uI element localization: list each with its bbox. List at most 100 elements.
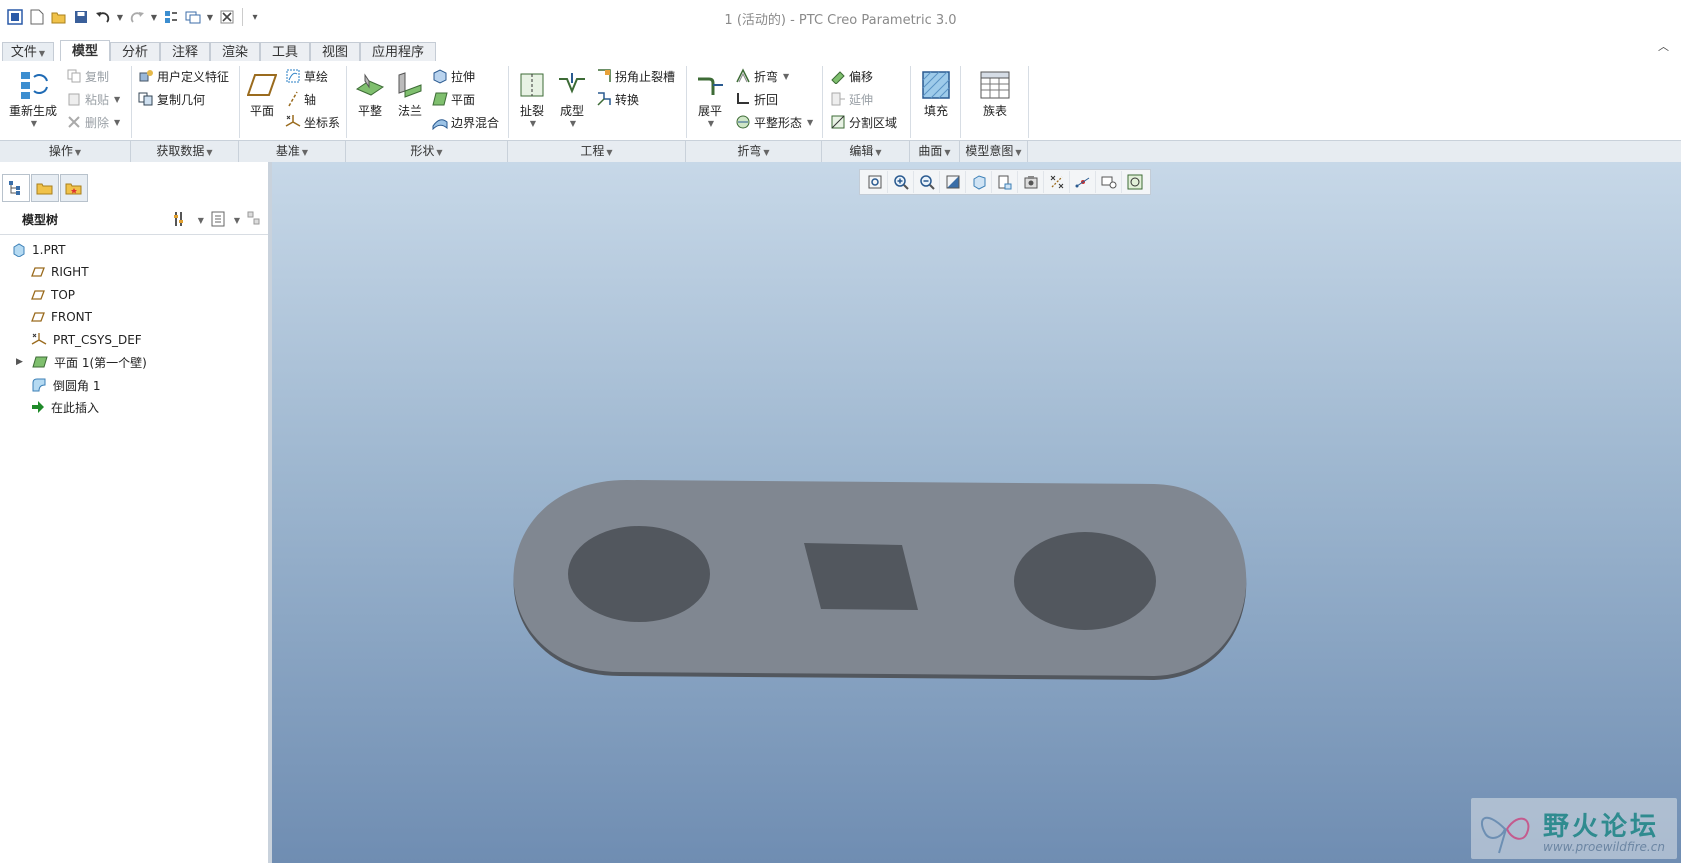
insert-here-icon bbox=[32, 401, 44, 413]
extrude-icon bbox=[432, 68, 448, 84]
collapse-ribbon-icon[interactable]: ︿ bbox=[1658, 38, 1669, 54]
regenerate-label: 重新生成 bbox=[8, 104, 57, 118]
tab-tools[interactable]: 工具 bbox=[260, 42, 310, 61]
fill-icon bbox=[919, 68, 953, 102]
flat-wall-icon bbox=[353, 68, 387, 102]
tree-settings-dropdown-icon[interactable]: ▼ bbox=[198, 216, 204, 225]
group-operations[interactable]: 操作 ▼ bbox=[0, 141, 131, 162]
datum-plane-button[interactable]: 平面 bbox=[244, 68, 280, 119]
ribbon-panel: 重新生成 ▼ 复制 粘贴 ▼ 删除 ▼ 用户定义特征 复制几何 平面 草绘 轴 坐标… bbox=[0, 62, 1681, 140]
bend-back-icon bbox=[735, 91, 751, 107]
sheet-metal-part[interactable] bbox=[272, 162, 1681, 863]
regenerate-dropdown-icon[interactable]: ▼ bbox=[10, 119, 58, 128]
round-icon bbox=[32, 378, 46, 392]
tab-view[interactable]: 视图 bbox=[310, 42, 360, 61]
unbend-icon bbox=[693, 68, 727, 102]
tree-item-front[interactable]: FRONT bbox=[31, 307, 92, 327]
form-icon bbox=[555, 68, 589, 102]
planar-button[interactable]: 平面 bbox=[432, 89, 475, 109]
group-editing[interactable]: 编辑 ▼ bbox=[822, 141, 910, 162]
fill-button[interactable]: 填充 bbox=[918, 68, 954, 119]
group-bends[interactable]: 折弯 ▼ bbox=[686, 141, 822, 162]
csys-icon bbox=[31, 333, 47, 345]
boundary-blend-button[interactable]: 边界混合 bbox=[432, 112, 499, 132]
tab-analysis[interactable]: 分析 bbox=[110, 42, 160, 61]
axis-button[interactable]: 轴 bbox=[285, 89, 316, 109]
split-area-button[interactable]: 分割区域 bbox=[830, 112, 897, 132]
flat-state-button[interactable]: 平整形态 ▼ bbox=[735, 112, 813, 132]
flat-wall-button[interactable]: 平整 bbox=[352, 68, 388, 119]
tree-item-part[interactable]: 1.PRT bbox=[12, 240, 65, 260]
rip-button[interactable]: 扯裂 ▼ bbox=[514, 68, 550, 128]
tree-item-insert-here[interactable]: 在此插入 bbox=[31, 397, 99, 417]
graphics-window[interactable]: 野火论坛 www.proewildfire.cn bbox=[272, 162, 1681, 863]
corner-relief-icon bbox=[596, 68, 612, 84]
show-icon[interactable] bbox=[210, 210, 226, 231]
csys-button[interactable]: 坐标系 bbox=[285, 112, 340, 132]
regenerate-button[interactable]: 重新生成 ▼ bbox=[8, 68, 58, 128]
tab-applications[interactable]: 应用程序 bbox=[360, 42, 436, 61]
filter-icon[interactable] bbox=[246, 210, 262, 231]
convert-button[interactable]: 转换 bbox=[596, 89, 639, 109]
unbend-button[interactable]: 展平 ▼ bbox=[690, 68, 730, 128]
flange-button[interactable]: 法兰 bbox=[392, 68, 428, 119]
extrude-button[interactable]: 拉伸 bbox=[432, 66, 475, 86]
group-surfaces[interactable]: 曲面 ▼ bbox=[910, 141, 960, 162]
favorites-tab[interactable] bbox=[60, 174, 88, 202]
model-tree-tab[interactable] bbox=[2, 174, 30, 202]
tree-settings-icon[interactable] bbox=[172, 210, 190, 231]
offset-button[interactable]: 偏移 bbox=[830, 66, 873, 86]
form-button[interactable]: 成型 ▼ bbox=[554, 68, 590, 128]
family-table-button[interactable]: 族表 bbox=[974, 68, 1016, 119]
tree-item-csys[interactable]: PRT_CSYS_DEF bbox=[31, 330, 142, 350]
group-get-data[interactable]: 获取数据 ▼ bbox=[131, 141, 239, 162]
bend-button[interactable]: 折弯 ▼ bbox=[735, 66, 789, 86]
delete-button[interactable]: 删除 ▼ bbox=[66, 112, 120, 132]
navigator-panel: 模型树 ▼ ▼ 1.PRT RIGHT TOP FRONT PRT_CSYS_D… bbox=[0, 162, 272, 863]
tab-model[interactable]: 模型 bbox=[60, 40, 110, 61]
group-model-intent[interactable]: 模型意图 ▼ bbox=[960, 141, 1028, 162]
tree-item-top[interactable]: TOP bbox=[31, 285, 75, 305]
model-tree-title: 模型树 bbox=[22, 213, 59, 227]
expand-arrow-icon[interactable]: ▶ bbox=[16, 357, 26, 367]
tab-render[interactable]: 渲染 bbox=[210, 42, 260, 61]
extend-button[interactable]: 延伸 bbox=[830, 89, 873, 109]
folder-browser-icon bbox=[36, 183, 53, 195]
navigator-tabs bbox=[2, 174, 89, 202]
tree-item-round[interactable]: 倒圆角 1 bbox=[31, 375, 100, 395]
datum-plane-icon bbox=[31, 267, 45, 277]
datum-plane-icon bbox=[31, 312, 45, 322]
flat-state-icon bbox=[735, 114, 751, 130]
ribbon-tabs: 文件 ▼ 模型 分析 注释 渲染 工具 视图 应用程序 bbox=[0, 40, 1681, 63]
tree-item-right[interactable]: RIGHT bbox=[31, 262, 89, 282]
tree-item-planar-wall[interactable]: ▶ 平面 1(第一个壁) bbox=[16, 352, 147, 372]
paste-button[interactable]: 粘贴 ▼ bbox=[66, 89, 120, 109]
corner-relief-button[interactable]: 拐角止裂槽 bbox=[596, 66, 675, 86]
part-icon bbox=[13, 243, 25, 257]
offset-icon bbox=[830, 68, 846, 84]
show-dropdown-icon[interactable]: ▼ bbox=[234, 216, 240, 225]
sketch-button[interactable]: 草绘 bbox=[285, 66, 328, 86]
ribbon-group-labels: 操作 ▼ 获取数据 ▼ 基准 ▼ 形状 ▼ 工程 ▼ 折弯 ▼ 编辑 ▼ 曲面 ▼ 模型意图 ▼ bbox=[0, 140, 1681, 163]
convert-icon bbox=[596, 91, 612, 107]
group-datum[interactable]: 基准 ▼ bbox=[239, 141, 346, 162]
rip-icon bbox=[515, 68, 549, 102]
udf-icon bbox=[138, 68, 154, 84]
title-bar: ▼ ▼ ▼ ▾ 1 (活动的) - PTC Creo Parametric 3.… bbox=[0, 0, 1681, 34]
tab-annotate[interactable]: 注释 bbox=[160, 42, 210, 61]
datum-plane-icon bbox=[245, 68, 279, 102]
bend-back-button[interactable]: 折回 bbox=[735, 89, 778, 109]
copy-geometry-button[interactable]: 复制几何 bbox=[138, 89, 205, 109]
folder-browser-tab[interactable] bbox=[31, 174, 59, 202]
flange-icon bbox=[393, 68, 427, 102]
csys-icon bbox=[285, 114, 301, 130]
tab-file[interactable]: 文件 ▼ bbox=[2, 42, 54, 61]
copy-icon bbox=[66, 68, 82, 84]
group-shapes[interactable]: 形状 ▼ bbox=[346, 141, 508, 162]
udf-button[interactable]: 用户定义特征 bbox=[138, 66, 229, 86]
group-engineering[interactable]: 工程 ▼ bbox=[508, 141, 686, 162]
copy-button[interactable]: 复制 bbox=[66, 66, 109, 86]
bend-icon bbox=[735, 68, 751, 84]
butterfly-logo-icon bbox=[1480, 816, 1530, 854]
watermark-name: 野火论坛 bbox=[1543, 812, 1660, 842]
